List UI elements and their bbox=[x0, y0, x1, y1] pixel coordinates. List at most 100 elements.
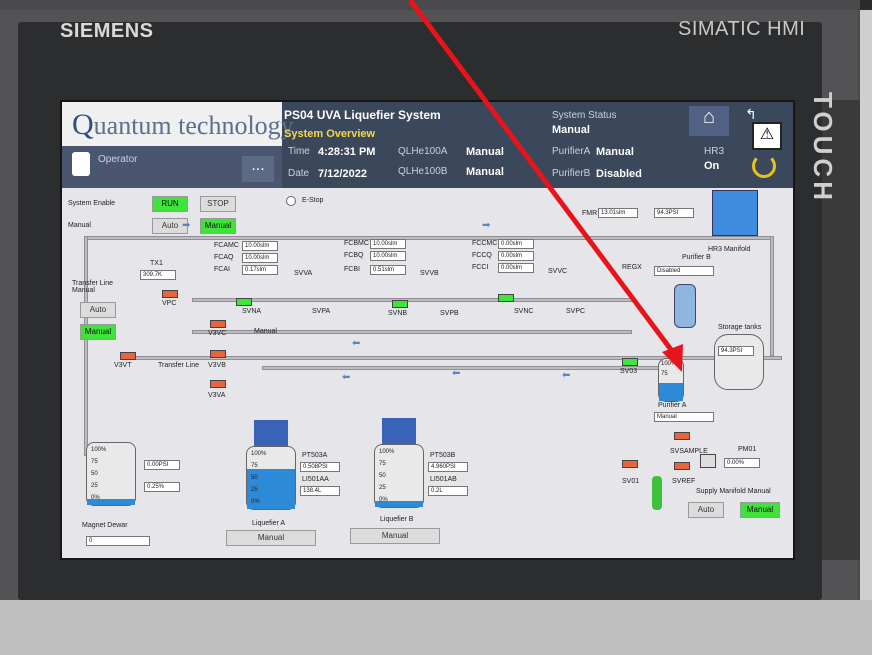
operator-avatar-icon bbox=[72, 152, 90, 176]
magnet-level-50: 50 bbox=[91, 471, 98, 477]
fcbmc-label: FCBMC bbox=[344, 240, 369, 247]
svpb-label: SVPB bbox=[440, 310, 459, 317]
pt503b-value: 4.960PSI bbox=[428, 462, 468, 472]
fmr-label: FMR bbox=[582, 210, 598, 217]
fcamc-value: 10.00slm bbox=[242, 241, 278, 251]
fcbmc-value: 10.00slm bbox=[370, 239, 406, 249]
svna-label: SVNA bbox=[242, 308, 262, 315]
liquefier-b-mode-button[interactable]: Manual bbox=[350, 528, 440, 544]
pt503b-label: PT503B bbox=[430, 452, 456, 459]
liq-a-level-0: 0% bbox=[251, 499, 260, 505]
manual-label: Manual bbox=[68, 222, 91, 229]
vpc-valve[interactable] bbox=[162, 290, 178, 298]
magnet-level-value: 0.25% bbox=[144, 482, 180, 492]
tx1-label: TX1 bbox=[150, 260, 163, 267]
svnb-valve[interactable] bbox=[392, 300, 408, 308]
system-enable-label: System Enable bbox=[68, 200, 116, 207]
fcamc-label: FCAMC bbox=[214, 242, 239, 249]
purifier-b-label: Purifier B bbox=[682, 254, 711, 261]
svnb-label: SVNB bbox=[388, 310, 408, 317]
svref-valve[interactable] bbox=[674, 462, 690, 470]
supply-auto-button[interactable]: Auto bbox=[688, 502, 724, 518]
storage-tanks-label: Storage tanks bbox=[718, 324, 762, 331]
liquefier-b-coldhead bbox=[382, 418, 416, 444]
v3vc-label: V3VC bbox=[208, 330, 227, 337]
fccmc-label: FCCMC bbox=[472, 240, 498, 247]
v3vb-label: V3VB bbox=[208, 362, 226, 369]
warning-icon[interactable]: ⚠ bbox=[752, 122, 782, 150]
liq-b-level-100: 100% bbox=[379, 449, 395, 455]
purifier-b-status-label: PurifierB bbox=[552, 168, 591, 179]
operator-label: Operator bbox=[98, 154, 138, 165]
svpc-label: SVPC bbox=[566, 308, 586, 315]
purifier-a-level-75: 75 bbox=[661, 371, 668, 377]
touch-label: TOUCH bbox=[808, 92, 838, 204]
back-arrow-icon[interactable]: ↰ bbox=[745, 106, 757, 123]
qlhe100b-label: QLHe100B bbox=[398, 166, 448, 177]
svva-label: SVVA bbox=[294, 270, 313, 277]
liq-a-level-25: 25 bbox=[251, 487, 258, 493]
qlhe100a-label: QLHe100A bbox=[398, 146, 448, 157]
v3va-valve[interactable] bbox=[210, 380, 226, 388]
more-menu-button[interactable]: ... bbox=[242, 156, 274, 182]
v3vb-valve[interactable] bbox=[210, 350, 226, 358]
siemens-brand: SIEMENS bbox=[60, 20, 154, 42]
fccq-label: FCCQ bbox=[472, 252, 492, 259]
sv01-valve[interactable] bbox=[622, 460, 638, 468]
svsample-valve[interactable] bbox=[674, 432, 690, 440]
mid-pipe-1 bbox=[192, 298, 632, 302]
date-label: Date bbox=[288, 168, 310, 179]
liquefier-a-label: Liquefier A bbox=[252, 520, 286, 527]
hr3-manifold-tank bbox=[712, 190, 758, 236]
purifier-a-state: Manual bbox=[654, 412, 714, 422]
transfer-line-manual-button[interactable]: Manual bbox=[80, 324, 116, 340]
fcai-label: FCAI bbox=[214, 266, 230, 273]
purifier-b-vessel bbox=[674, 284, 696, 328]
flow-arrow-icon: ➡ bbox=[482, 220, 491, 231]
system-status-value: Manual bbox=[552, 124, 590, 136]
hmi-screen: Quantum technology PS04 UVA Liquefier Sy… bbox=[60, 100, 795, 560]
sv03-valve[interactable] bbox=[622, 358, 638, 366]
left-vertical-pipe bbox=[84, 236, 88, 456]
hr3-label: HR3 bbox=[704, 146, 725, 157]
v3vt-valve[interactable] bbox=[120, 352, 136, 360]
fcbq-value: 10.00slm bbox=[370, 251, 406, 261]
manual-button[interactable]: Manual bbox=[200, 218, 236, 234]
svnc-valve[interactable] bbox=[498, 294, 514, 302]
magnet-dewar-field[interactable]: 0 bbox=[86, 536, 150, 546]
fmr-value: 13.01slm bbox=[598, 208, 638, 218]
home-icon: ⌂ bbox=[702, 106, 716, 128]
fcci-label: FCCI bbox=[472, 264, 489, 271]
supply-manual-button[interactable]: Manual bbox=[740, 502, 780, 518]
flow-arrow-icon: ⬅ bbox=[562, 370, 571, 381]
page-subtitle: System Overview bbox=[284, 128, 376, 140]
svvc-label: SVVC bbox=[548, 268, 568, 275]
home-button[interactable]: ⌂ bbox=[689, 106, 729, 136]
loading-ring-icon bbox=[752, 154, 776, 178]
fcbq-label: FCBQ bbox=[344, 252, 364, 259]
liquefier-b-tank: 100% 75 50 25 0% bbox=[374, 444, 424, 508]
purifier-a-status-value: Manual bbox=[596, 146, 634, 158]
estop-indicator[interactable] bbox=[286, 196, 296, 206]
magnet-dewar-tank: 100% 75 50 25 0% bbox=[86, 442, 136, 506]
hr3-value: On bbox=[704, 160, 720, 172]
run-button[interactable]: RUN bbox=[152, 196, 188, 212]
liq-a-level-50: 50 bbox=[251, 475, 258, 481]
svna-valve[interactable] bbox=[236, 298, 252, 306]
qlhe100a-mode: Manual bbox=[466, 146, 504, 158]
li501ab-value: 0.2L bbox=[428, 486, 468, 496]
v3vc-valve[interactable] bbox=[210, 320, 226, 328]
time-value: 4:28:31 PM bbox=[318, 146, 376, 158]
stop-button[interactable]: STOP bbox=[200, 196, 236, 212]
storage-psi: 94.3PSI bbox=[718, 346, 754, 356]
liquefier-a-mode-button[interactable]: Manual bbox=[226, 530, 316, 546]
return-pipe bbox=[262, 366, 662, 370]
date-value: 7/12/2022 bbox=[318, 168, 367, 180]
fcbi-value: 0.51slm bbox=[370, 265, 406, 275]
hr3-manifold-label: HR3 Manifold bbox=[708, 246, 751, 253]
tx1-value: 309.7K bbox=[140, 270, 176, 280]
transfer-line-auto-button[interactable]: Auto bbox=[80, 302, 116, 318]
fccq-value: 0.00slm bbox=[498, 251, 534, 261]
fcaq-label: FCAQ bbox=[214, 254, 234, 261]
storage-tank bbox=[714, 334, 764, 390]
